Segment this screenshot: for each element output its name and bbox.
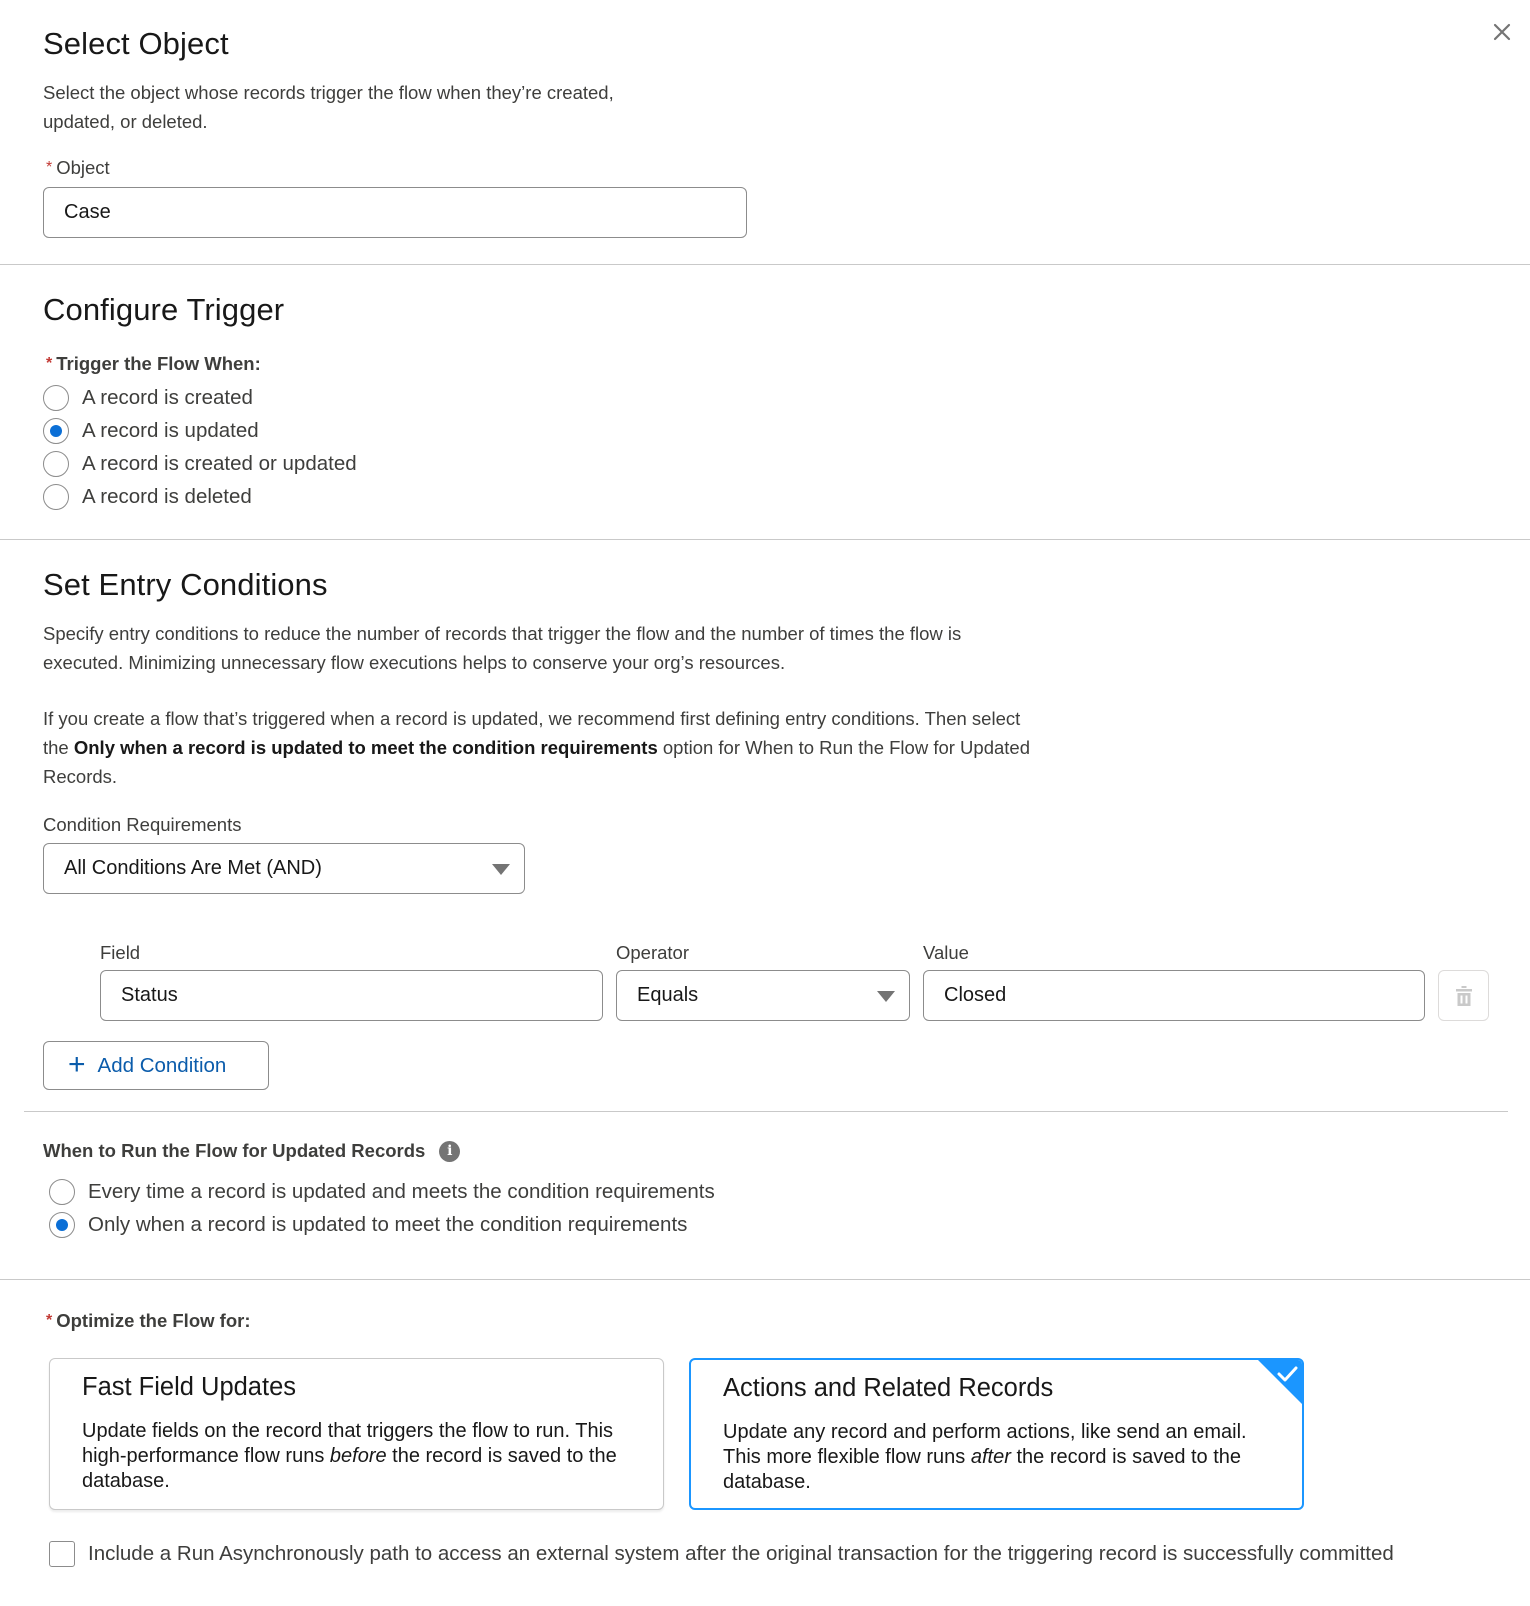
plus-icon: + — [68, 1047, 86, 1081]
when-to-run-label: When to Run the Flow for Updated Records… — [43, 1140, 461, 1162]
trigger-option-updated[interactable]: A record is updated — [43, 416, 259, 446]
trash-icon — [1455, 985, 1472, 1006]
text: option for When to Run the Flow for Upda… — [657, 737, 1030, 758]
object-label: * Object — [46, 157, 110, 179]
field-column-label: Field — [100, 942, 141, 963]
close-icon — [1493, 23, 1511, 41]
run-option-only-when-updated[interactable]: Only when a record is updated to meet th… — [49, 1210, 687, 1240]
trigger-option-created[interactable]: A record is created — [43, 383, 253, 413]
radio-button[interactable] — [43, 451, 69, 477]
object-input[interactable]: Case — [43, 187, 747, 238]
section-divider — [0, 1279, 1530, 1280]
delete-condition-button[interactable] — [1438, 970, 1489, 1021]
run-option-every-time[interactable]: Every time a record is updated and meets… — [49, 1177, 715, 1207]
required-marker: * — [46, 159, 53, 176]
radio-button-selected[interactable] — [43, 418, 69, 444]
select-object-title: Select Object — [43, 26, 229, 61]
select-object-description: Select the object whose records trigger … — [43, 78, 614, 136]
condition-requirements-select[interactable]: All Conditions Are Met (AND) — [43, 843, 525, 894]
section-divider — [0, 264, 1530, 265]
emphasis: before — [329, 1445, 387, 1467]
close-button[interactable] — [1488, 18, 1516, 46]
radio-button[interactable] — [49, 1179, 75, 1205]
chevron-down-icon — [492, 864, 510, 875]
entry-conditions-description: Specify entry conditions to reduce the n… — [43, 619, 1163, 677]
card-description: Update any record and perform actions, l… — [723, 1420, 1270, 1495]
chevron-down-icon — [877, 991, 895, 1002]
emphasis: after — [970, 1446, 1011, 1468]
option-card-fast-field-updates[interactable]: Fast Field Updates Update fields on the … — [49, 1358, 664, 1510]
run-async-checkbox[interactable] — [49, 1541, 75, 1567]
object-label-text: Object — [56, 157, 110, 178]
description-line: the Only when a record is updated to mee… — [43, 733, 1183, 762]
description-line: Select the object whose records trigger … — [43, 82, 614, 103]
object-input-value: Case — [64, 201, 111, 223]
selected-check-icon — [1258, 1360, 1302, 1404]
optimize-label: * Optimize the Flow for: — [46, 1310, 250, 1332]
description-line: If you create a flow that’s triggered wh… — [43, 708, 1021, 729]
required-marker: * — [46, 1312, 53, 1329]
condition-field-input[interactable]: Status — [100, 970, 603, 1021]
radio-label: Only when a record is updated to meet th… — [88, 1213, 688, 1236]
operator-column-label: Operator — [616, 942, 690, 963]
trigger-label-text: Trigger the Flow When: — [56, 353, 261, 374]
value-value: Closed — [944, 984, 1007, 1006]
trigger-option-created-or-updated[interactable]: A record is created or updated — [43, 449, 357, 479]
option-card-actions-related-records[interactable]: Actions and Related Records Update any r… — [689, 1358, 1304, 1510]
condition-operator-select[interactable]: Equals — [616, 970, 910, 1021]
description-line: executed. Minimizing unnecessary flow ex… — [43, 652, 786, 673]
configure-trigger-title: Configure Trigger — [43, 292, 285, 327]
radio-label: A record is updated — [82, 419, 259, 442]
bold-option-reference: Only when a record is updated to meet th… — [73, 737, 658, 758]
text: the — [43, 737, 74, 758]
entry-conditions-title: Set Entry Conditions — [43, 567, 328, 602]
card-title: Fast Field Updates — [82, 1373, 297, 1401]
radio-button[interactable] — [43, 385, 69, 411]
description-line: Specify entry conditions to reduce the n… — [43, 623, 962, 644]
info-icon[interactable]: i — [439, 1140, 461, 1162]
section-divider — [24, 1111, 1508, 1112]
required-marker: * — [46, 355, 53, 372]
operator-value: Equals — [637, 984, 699, 1006]
when-to-run-label-text: When to Run the Flow for Updated Records — [43, 1140, 426, 1161]
condition-value-input[interactable]: Closed — [923, 970, 1425, 1021]
checkbox-label: Include a Run Asynchronously path to acc… — [88, 1542, 1394, 1565]
description-line: Records. — [43, 766, 118, 787]
trigger-label: * Trigger the Flow When: — [46, 353, 261, 375]
entry-conditions-recommendation: If you create a flow that’s triggered wh… — [43, 704, 1183, 791]
section-divider — [0, 539, 1530, 540]
select-value: All Conditions Are Met (AND) — [64, 857, 322, 879]
radio-button-selected[interactable] — [49, 1212, 75, 1238]
radio-label: Every time a record is updated and meets… — [88, 1180, 715, 1203]
trigger-option-deleted[interactable]: A record is deleted — [43, 482, 252, 512]
value-column-label: Value — [923, 942, 969, 963]
radio-label: A record is created or updated — [82, 452, 357, 475]
run-async-checkbox-row[interactable]: Include a Run Asynchronously path to acc… — [49, 1541, 1394, 1567]
description-line: updated, or deleted. — [43, 111, 208, 132]
card-description: Update fields on the record that trigger… — [82, 1419, 631, 1494]
field-value: Status — [121, 984, 178, 1006]
radio-label: A record is deleted — [82, 485, 252, 508]
condition-requirements-label: Condition Requirements — [43, 814, 242, 835]
radio-label: A record is created — [82, 386, 253, 409]
card-title: Actions and Related Records — [723, 1374, 1054, 1402]
add-condition-label: Add Condition — [97, 1053, 227, 1077]
add-condition-button[interactable]: + Add Condition — [43, 1041, 269, 1090]
radio-button[interactable] — [43, 484, 69, 510]
optimize-label-text: Optimize the Flow for: — [56, 1310, 251, 1331]
